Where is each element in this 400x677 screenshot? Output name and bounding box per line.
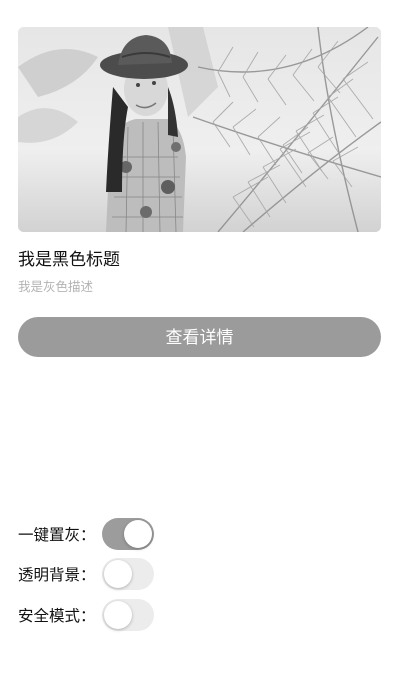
toggle-knob <box>104 601 132 629</box>
card-title: 我是黑色标题 <box>18 250 120 270</box>
photo-illustration <box>18 27 381 232</box>
setting-label: 一键置灰： <box>18 526 96 544</box>
toggle-knob <box>124 520 152 548</box>
transparent-background-toggle[interactable] <box>102 558 154 590</box>
card-image <box>18 27 381 232</box>
setting-row-safe-mode: 安全模式： <box>18 599 154 631</box>
setting-row-transparent-bg: 透明背景： <box>18 558 154 590</box>
setting-row-gray-mode: 一键置灰： <box>18 518 154 550</box>
view-details-button[interactable]: 查看详情 <box>18 317 381 357</box>
setting-label: 透明背景： <box>18 566 96 584</box>
safe-mode-toggle[interactable] <box>102 599 154 631</box>
toggle-knob <box>104 560 132 588</box>
setting-label: 安全模式： <box>18 607 96 625</box>
gray-mode-toggle[interactable] <box>102 518 154 550</box>
card-description: 我是灰色描述 <box>18 279 94 294</box>
